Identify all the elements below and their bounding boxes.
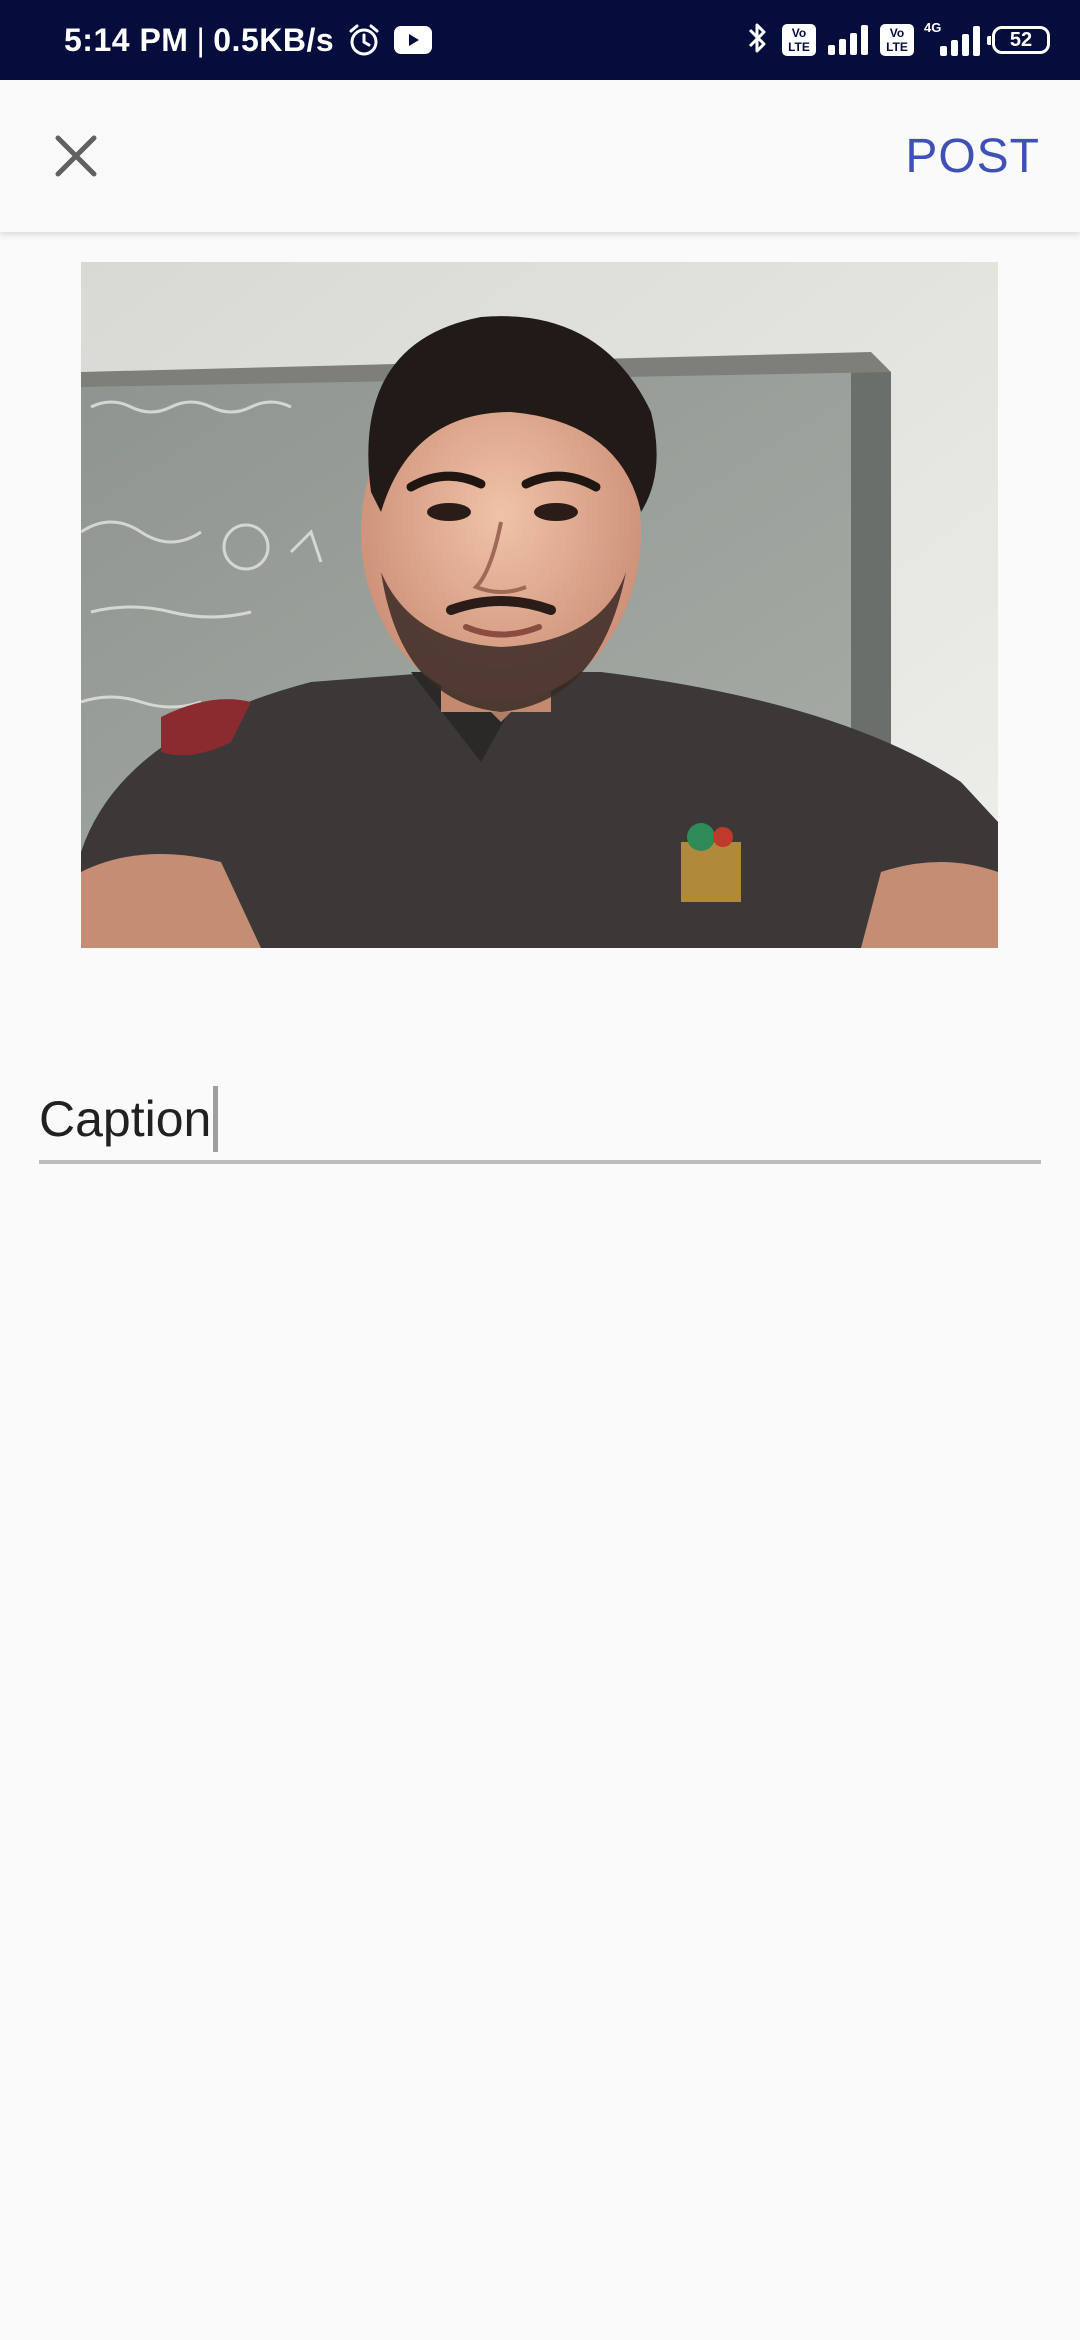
signal-strength-icon-1 [828, 25, 868, 55]
volte-1-bottom: LTE [788, 40, 810, 54]
volte-2-bottom: LTE [886, 40, 908, 54]
caption-field[interactable]: Caption [39, 1080, 1041, 1164]
network-speed: 0.5KB/s [213, 21, 335, 58]
caption-placeholder: Caption [39, 1091, 212, 1147]
battery-level: 52 [1009, 28, 1033, 51]
app-bar: POST [0, 80, 1080, 232]
caption-input[interactable]: Caption [39, 1086, 219, 1152]
status-right: Vo LTE Vo LTE 4G 52 [744, 0, 1050, 80]
status-separator: | [196, 21, 206, 58]
status-time: 5:14 PM [64, 21, 189, 58]
volte-badge-1: Vo LTE [782, 24, 816, 56]
signal-strength-icon-2: 4G [924, 20, 980, 56]
close-icon [55, 135, 97, 177]
bluetooth-icon [744, 21, 770, 60]
battery-icon: 52 [987, 26, 1050, 54]
youtube-icon [394, 26, 433, 54]
status-bar: 5:14 PM | 0.5KB/s Vo LTE Vo LTE 4G 52 [0, 0, 1080, 80]
selfie-photo [81, 262, 998, 948]
status-left: 5:14 PM | 0.5KB/s [64, 0, 433, 80]
caption-underline [39, 1160, 1041, 1164]
volte-2-top: Vo [889, 26, 905, 40]
text-cursor [213, 1086, 219, 1152]
network-type-label: 4G [924, 20, 942, 35]
close-button[interactable] [36, 116, 116, 196]
alarm-icon [346, 22, 382, 58]
volte-1-top: Vo [791, 26, 807, 40]
post-button[interactable]: POST [905, 124, 1040, 188]
volte-badge-2: Vo LTE [880, 24, 914, 56]
